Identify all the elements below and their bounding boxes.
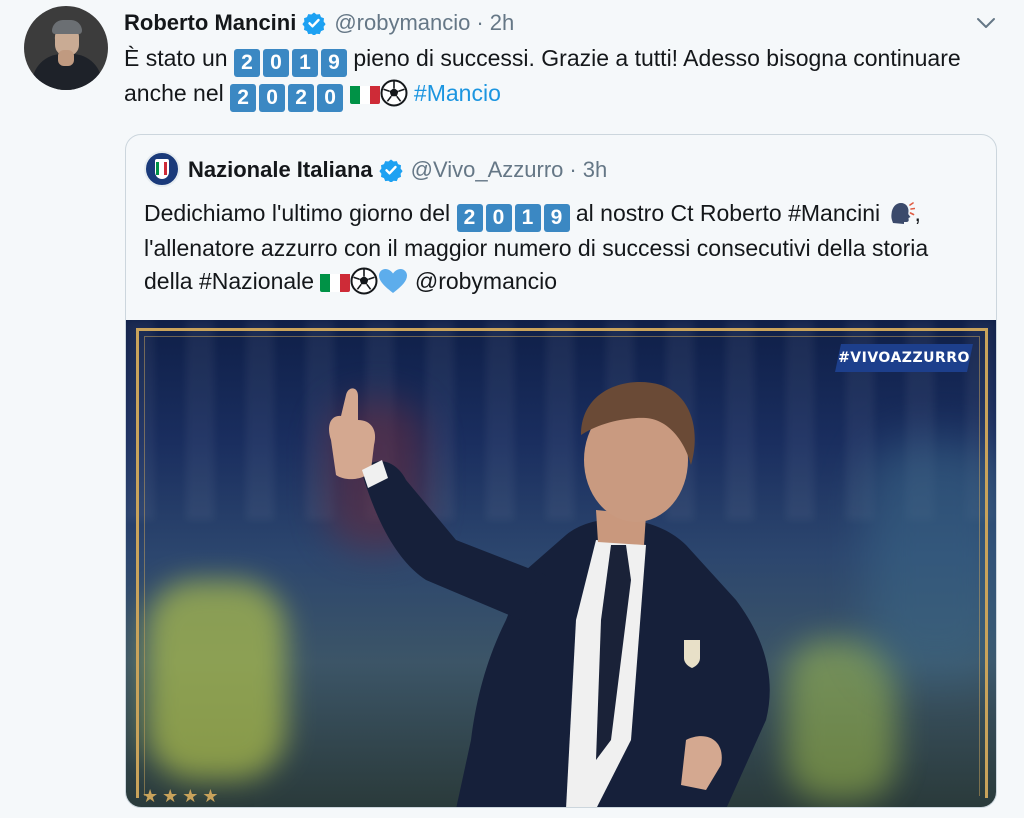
- quoted-header: Nazionale Italiana @Vivo_Azzurro · 3h: [188, 155, 607, 185]
- keycap-digit: 9: [543, 204, 570, 232]
- gold-frame-inner: [144, 336, 980, 796]
- keycap-digit: 2: [230, 84, 257, 112]
- stars-decoration: ★★★★: [142, 786, 223, 806]
- blue-heart-icon: [379, 269, 408, 293]
- separator-dot: ·: [476, 10, 484, 35]
- year-2019-digits: 2019: [233, 45, 347, 77]
- quoted-text-part2: al nostro Ct Roberto #Mancini: [569, 200, 887, 226]
- italy-flag-icon: [349, 83, 380, 104]
- author-name[interactable]: Roberto Mancini: [124, 10, 296, 36]
- separator-dot: ·: [569, 157, 577, 182]
- soccer-ball-icon: [350, 267, 378, 295]
- avatar-hair: [52, 20, 82, 34]
- keycap-digit: 0: [259, 84, 286, 112]
- keycap-digit: 0: [262, 49, 289, 77]
- quoted-text: Dedichiamo l'ultimo giorno del 2019 al n…: [144, 197, 974, 298]
- tweet-text: È stato un 2019 pieno di successi. Grazi…: [124, 42, 1004, 112]
- avatar-hand: [58, 50, 74, 66]
- keycap-digit: 0: [317, 84, 344, 112]
- quoted-timestamp[interactable]: 3h: [583, 157, 607, 183]
- keycap-digit: 2: [288, 84, 315, 112]
- keycap-digit: 0: [485, 204, 512, 232]
- author-handle[interactable]: @robymancio: [334, 10, 470, 36]
- keycap-digit: 1: [291, 49, 318, 77]
- quoted-text-part1: Dedichiamo l'ultimo giorno del: [144, 200, 457, 226]
- quoted-media-photo[interactable]: #VIVOAZZURRO ★★★★: [126, 320, 996, 807]
- verified-badge-icon: [302, 12, 326, 35]
- quoted-author-name[interactable]: Nazionale Italiana: [188, 157, 373, 183]
- keycap-digit: 1: [514, 204, 541, 232]
- year-2019-digits: 2019: [456, 200, 570, 232]
- figc-shield-icon: [155, 159, 169, 179]
- author-avatar[interactable]: [24, 6, 108, 90]
- verified-badge-icon: [379, 159, 403, 182]
- italy-flag-icon: [320, 271, 351, 292]
- keycap-digit: 2: [233, 49, 260, 77]
- quoted-author-handle[interactable]: @Vivo_Azzurro: [411, 157, 564, 183]
- chevron-down-icon[interactable]: [974, 11, 998, 35]
- quoted-tweet[interactable]: Nazionale Italiana @Vivo_Azzurro · 3h De…: [125, 134, 997, 808]
- keycap-digit: 9: [320, 49, 347, 77]
- soccer-ball-icon: [380, 79, 408, 107]
- tweet-text-part1: È stato un: [124, 45, 234, 71]
- tweet-header: Roberto Mancini @robymancio · 2h: [124, 8, 514, 38]
- speaking-head-icon: [890, 202, 915, 224]
- hashtag-banner-text: #VIVOAZZURRO: [838, 350, 970, 366]
- quoted-author-avatar[interactable]: [144, 151, 180, 187]
- keycap-digit: 2: [456, 204, 483, 232]
- hashtag-link[interactable]: #Mancio: [414, 80, 501, 106]
- tweet-timestamp[interactable]: 2h: [490, 10, 514, 36]
- year-2020-digits: 2020: [230, 80, 344, 112]
- mention-link[interactable]: @robymancio: [415, 268, 557, 294]
